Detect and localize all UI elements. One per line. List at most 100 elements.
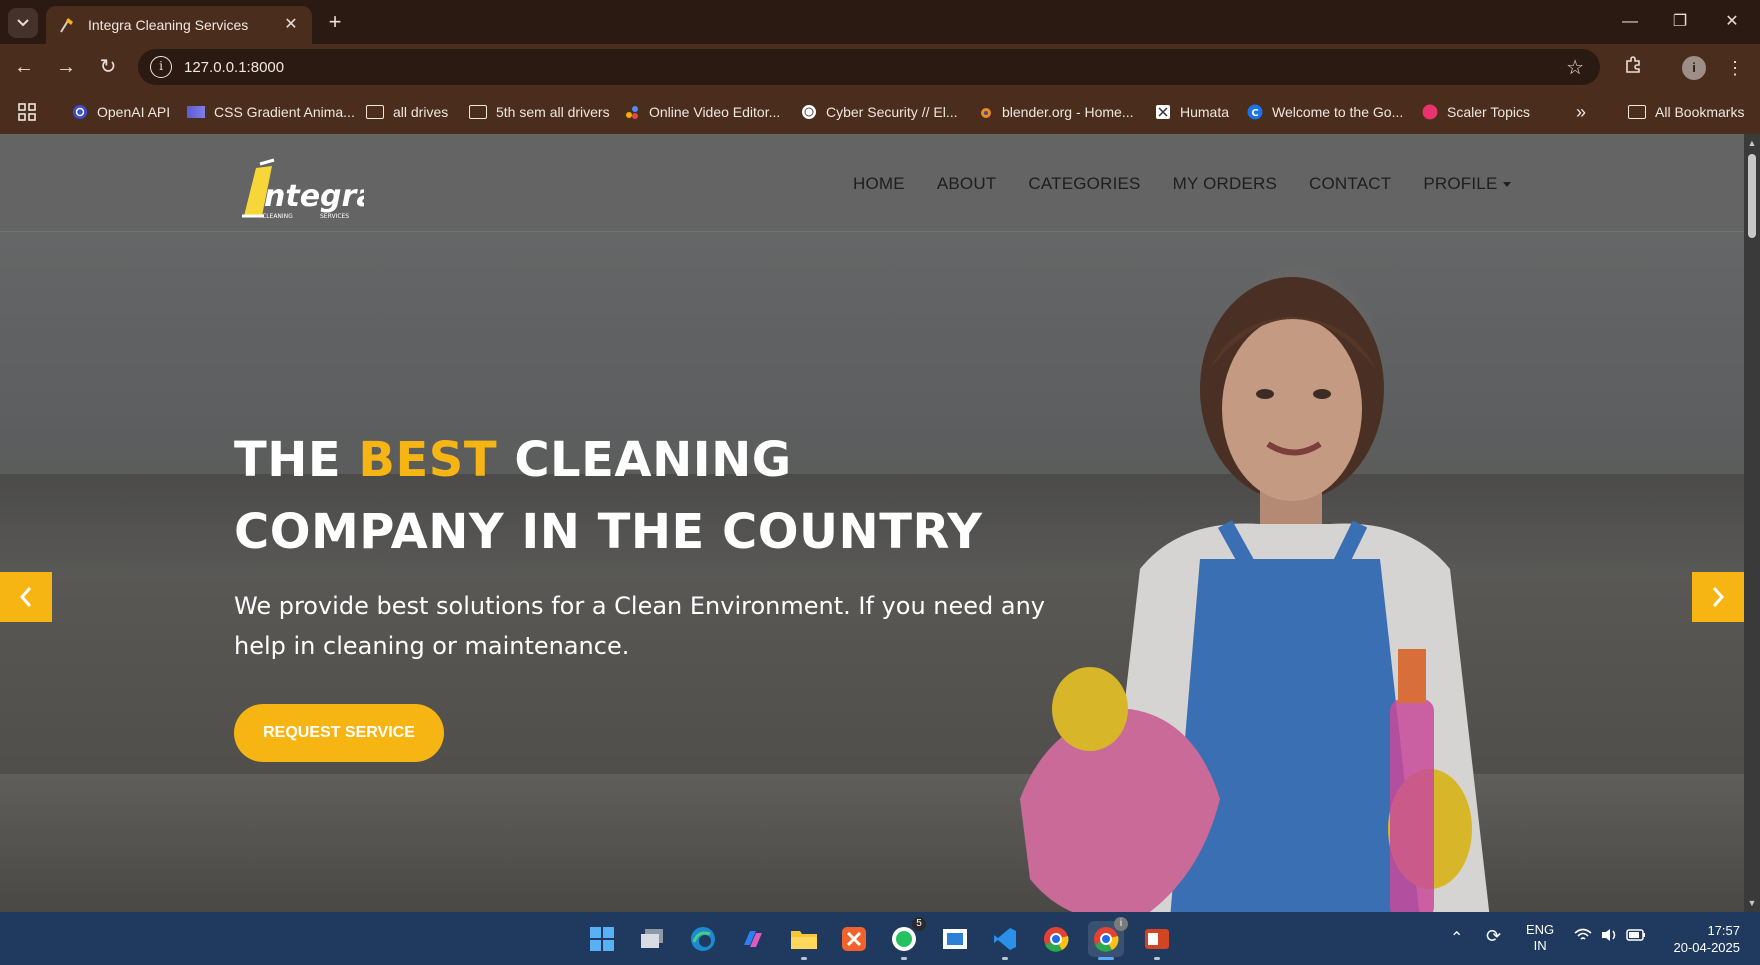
nav-my-orders[interactable]: MY ORDERS [1173, 174, 1277, 194]
hero-subtext: We provide best solutions for a Clean En… [234, 592, 1046, 660]
wifi-icon[interactable] [1574, 927, 1592, 946]
running-indicator [801, 957, 807, 960]
profile-avatar[interactable]: i [1682, 56, 1706, 80]
windows-taskbar: 5 i ⌃ ⟳ ENG IN 17:57 20-04-2025 [0, 912, 1760, 965]
more-menu-icon[interactable]: ⋮ [1722, 55, 1748, 81]
blender-icon [981, 108, 991, 118]
battery-icon[interactable] [1626, 928, 1646, 945]
carousel-next-button[interactable] [1692, 572, 1744, 622]
volume-icon[interactable] [1600, 927, 1618, 946]
nav-profile-dropdown[interactable]: PROFILE [1423, 174, 1512, 194]
bookmark-blender[interactable]: blender.org - Home... [977, 100, 1134, 124]
nav-about[interactable]: ABOUT [937, 174, 997, 194]
all-bookmarks-button[interactable]: All Bookmarks [1628, 100, 1744, 124]
running-indicator [901, 957, 907, 960]
active-indicator [1098, 957, 1114, 960]
bookmark-openai-api[interactable]: OpenAI API [72, 100, 170, 124]
apps-grid-icon[interactable] [18, 100, 36, 124]
openai-icon [73, 105, 87, 119]
bookmarks-overflow-icon[interactable]: » [1576, 100, 1586, 124]
copilot-icon[interactable] [735, 921, 771, 957]
hero-headline-line1: THE BEST CLEANING [234, 432, 792, 488]
file-explorer-icon[interactable] [786, 921, 822, 960]
bookmark-humata[interactable]: Humata [1155, 100, 1229, 124]
url-text: 127.0.0.1:8000 [184, 58, 285, 76]
app-window-icon[interactable] [937, 921, 973, 957]
clock-time: 17:57 [1707, 923, 1740, 938]
whatsapp-icon[interactable]: 5 [886, 917, 926, 960]
bookmark-css-gradient[interactable]: CSS Gradient Anima... [187, 100, 355, 124]
bookmark-video-editor[interactable]: Online Video Editor... [624, 100, 780, 124]
svg-text:C: C [1251, 108, 1258, 119]
forward-arrow-icon[interactable]: → [52, 53, 80, 81]
gradient-icon [187, 106, 205, 118]
nav-profile-label: PROFILE [1423, 174, 1498, 193]
clock-date: 20-04-2025 [1673, 940, 1741, 955]
carousel-prev-button[interactable] [0, 572, 52, 622]
request-service-button[interactable]: REQUEST SERVICE [234, 704, 444, 762]
video-editor-icon [626, 106, 638, 119]
tab-title: Integra Cleaning Services [88, 17, 249, 33]
chrome-icon[interactable] [1038, 921, 1074, 957]
reload-icon[interactable]: ↻ [94, 53, 122, 81]
chevron-left-icon [19, 587, 32, 607]
hero-headline: THE BEST CLEANING COMPANY IN THE COUNTRY [234, 424, 983, 568]
cleaning-woman-image [1020, 277, 1490, 912]
hero-headline-line2: COMPANY IN THE COUNTRY [234, 504, 983, 560]
restore-icon[interactable]: ❐ [1660, 8, 1700, 36]
bookmark-5th-sem-drivers[interactable]: 5th sem all drivers [469, 100, 610, 124]
scroll-down-icon[interactable]: ▼ [1747, 898, 1757, 908]
nav-contact[interactable]: CONTACT [1309, 174, 1391, 194]
integra-logo[interactable]: ntegra CLEANING SERVICES [234, 158, 364, 220]
chrome-profile-icon[interactable]: i [1088, 917, 1128, 960]
globe-icon [802, 105, 816, 119]
bookmark-all-drives[interactable]: all drives [366, 100, 448, 124]
clock[interactable]: 17:57 20-04-2025 [1666, 922, 1741, 956]
folder-icon [366, 105, 384, 119]
bookmark-star-icon[interactable]: ☆ [1566, 55, 1584, 80]
main-nav: HOME ABOUT CATEGORIES MY ORDERS CONTACT … [853, 174, 1512, 194]
scaler-icon [1422, 104, 1438, 120]
bookmark-welcome-go[interactable]: C Welcome to the Go... [1247, 100, 1403, 124]
close-tab-icon[interactable]: ✕ [282, 16, 300, 34]
sync-icon[interactable]: ⟳ [1486, 926, 1501, 947]
powerpoint-icon[interactable] [1139, 921, 1175, 960]
page-scrollbar[interactable]: ▲ ▼ [1744, 134, 1760, 912]
xampp-icon[interactable] [836, 921, 872, 957]
edge-browser-icon[interactable] [685, 921, 721, 957]
site-header: ntegra CLEANING SERVICES HOME ABOUT CATE… [0, 134, 1744, 232]
whatsapp-badge: 5 [912, 917, 926, 931]
site-info-icon[interactable]: i [150, 56, 172, 78]
new-tab-button[interactable]: + [322, 10, 348, 36]
web-page: ntegra CLEANING SERVICES HOME ABOUT CATE… [0, 134, 1744, 912]
chevron-right-icon [1712, 587, 1725, 607]
minimize-icon[interactable]: — [1610, 8, 1650, 36]
extensions-puzzle-icon[interactable] [1620, 55, 1646, 81]
c-icon: C [1247, 104, 1263, 120]
show-hidden-icons-icon[interactable]: ⌃ [1450, 928, 1463, 948]
folder-icon [1628, 105, 1646, 119]
caret-down-icon [1503, 182, 1512, 188]
nav-home[interactable]: HOME [853, 174, 905, 194]
bookmark-cyber-security[interactable]: Cyber Security // El... [801, 100, 957, 124]
running-indicator [1154, 957, 1160, 960]
humata-icon [1156, 105, 1170, 119]
nav-categories[interactable]: CATEGORIES [1028, 174, 1140, 194]
vscode-icon[interactable] [987, 921, 1023, 960]
broom-favicon-icon [60, 18, 73, 33]
windows-start-icon[interactable] [584, 921, 620, 957]
svg-text:SERVICES: SERVICES [320, 213, 349, 220]
tab-search-button[interactable] [8, 8, 38, 38]
bookmark-scaler-topics[interactable]: Scaler Topics [1422, 100, 1530, 124]
browser-tab-active[interactable]: Integra Cleaning Services ✕ [46, 6, 312, 44]
close-window-icon[interactable]: ✕ [1712, 8, 1752, 36]
scroll-up-icon[interactable]: ▲ [1747, 138, 1757, 148]
running-indicator [1002, 957, 1008, 960]
task-view-icon[interactable] [634, 921, 670, 957]
address-bar[interactable]: i 127.0.0.1:8000 ☆ [138, 49, 1600, 85]
back-arrow-icon[interactable]: ← [10, 53, 38, 81]
chrome-profile-badge: i [1114, 917, 1128, 931]
language-indicator[interactable]: ENG IN [1526, 922, 1554, 954]
svg-text:ntegra: ntegra [264, 179, 364, 214]
scrollbar-thumb[interactable] [1748, 154, 1756, 238]
